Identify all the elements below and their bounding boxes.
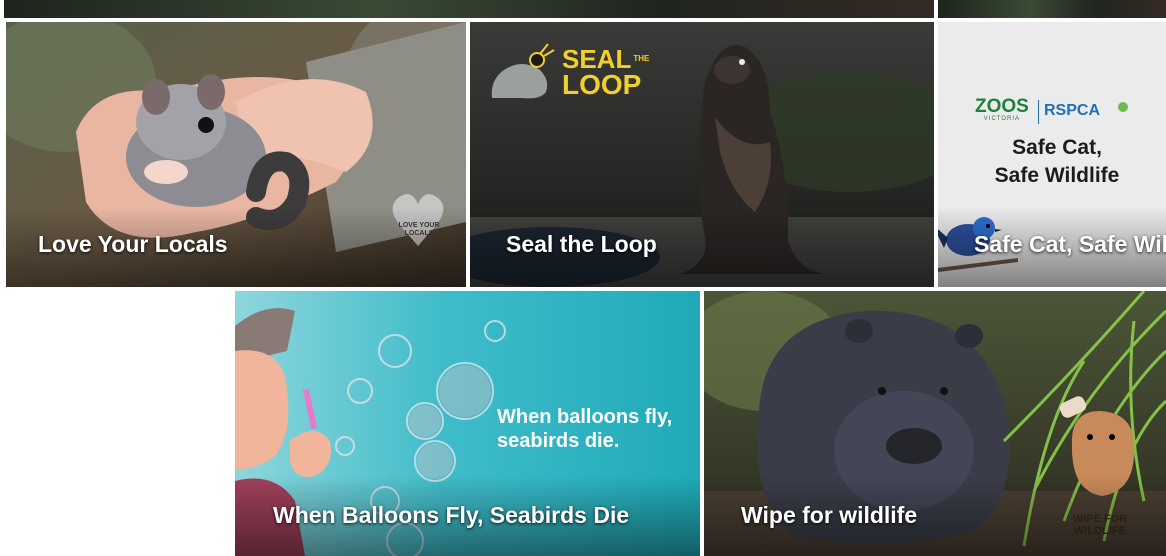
tile-title: Love Your Locals (38, 231, 228, 257)
logo-word-the: THE (633, 54, 650, 63)
rspca-paw-icon (1118, 102, 1128, 112)
rspca-logo: RSPCA (1044, 102, 1101, 119)
logo-divider (1038, 100, 1039, 124)
campaign-tile-when-balloons-fly[interactable]: When balloons fly, seabirds die. When Ba… (235, 291, 700, 556)
campaign-tile-wipe-for-wildlife[interactable]: WIPE FOR WILDLIFE Wipe for wildlife (704, 291, 1166, 556)
previous-row-strip-right (938, 0, 1166, 18)
seal-the-loop-logo-mark (491, 43, 555, 99)
love-your-locals-badge: LOVE YOUR LOCALS (398, 222, 440, 237)
tile-title: Seal the Loop (506, 231, 657, 257)
campaign-tile-seal-the-loop[interactable]: SEAL THE LOOP Seal the Loop (470, 22, 934, 287)
tile-title: When Balloons Fly, Seabirds Die (273, 502, 630, 528)
wipe-for-wildlife-logo: WIPE FOR WILDLIFE (1072, 513, 1128, 537)
previous-row-strip (4, 0, 934, 18)
balloons-slogan: When balloons fly, seabirds die. (497, 406, 673, 452)
zoos-victoria-logo: ZOOS VICTORIA (975, 96, 1029, 122)
seal-the-loop-logo-text: SEAL THE LOOP (562, 46, 650, 100)
logo-word-loop: LOOP (562, 69, 642, 100)
tile-title: Safe Cat, Safe Wildlife (974, 231, 1166, 257)
campaign-tile-safe-cat-safe-wildlife[interactable]: ZOOS VICTORIA RSPCA Safe Cat, Safe Wildl… (938, 22, 1166, 287)
campaign-tile-love-your-locals[interactable]: LOVE YOUR LOCALS Love Your Locals (6, 22, 466, 287)
tile-title: Wipe for wildlife (741, 502, 918, 528)
safe-cat-headline: Safe Cat, Safe Wildlife (994, 136, 1120, 187)
